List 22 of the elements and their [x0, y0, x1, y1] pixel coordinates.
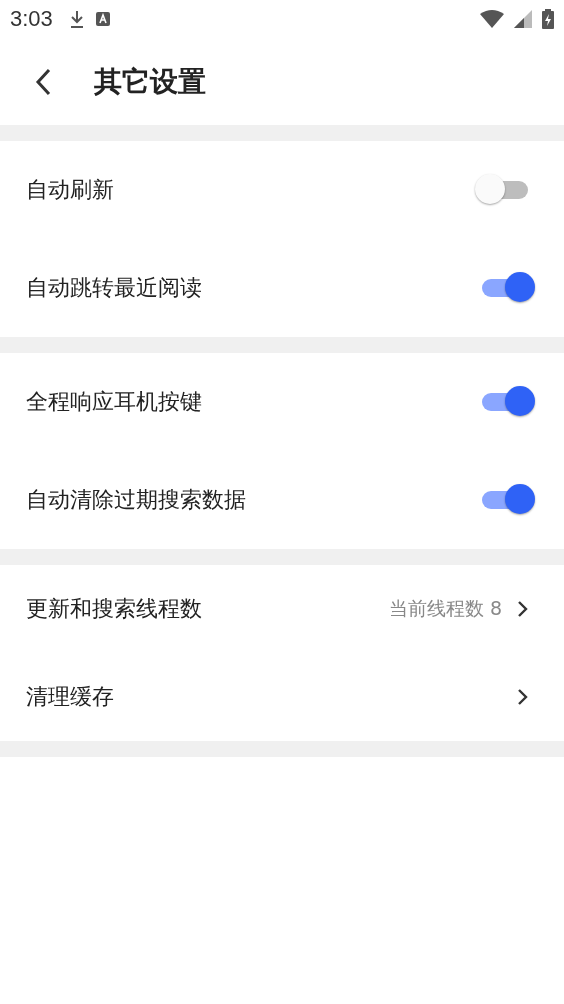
app-notification-icon [94, 11, 111, 27]
wifi-icon [480, 10, 504, 28]
setting-label: 清理缓存 [26, 683, 114, 711]
battery-icon [542, 9, 554, 29]
settings-row[interactable]: 全程响应耳机按键 [0, 353, 564, 451]
settings-row[interactable]: 自动刷新 [0, 141, 564, 239]
signal-icon [514, 10, 532, 28]
settings-row[interactable]: 自动跳转最近阅读 [0, 239, 564, 337]
setting-label: 自动刷新 [26, 176, 114, 204]
settings-row[interactable]: 更新和搜索线程数 当前线程数 8 [0, 565, 564, 653]
settings-row[interactable]: 清理缓存 [0, 653, 564, 741]
chevron-right-icon [516, 599, 528, 619]
chevron-right-icon [516, 687, 528, 707]
download-icon [68, 9, 85, 29]
setting-label: 自动清除过期搜索数据 [26, 486, 246, 514]
setting-label: 自动跳转最近阅读 [26, 274, 202, 302]
setting-value: 当前线程数 8 [388, 596, 502, 621]
settings-row[interactable]: 自动清除过期搜索数据 [0, 451, 564, 549]
page-title: 其它设置 [94, 63, 206, 100]
setting-label: 全程响应耳机按键 [26, 388, 202, 416]
status-time: 3:03 [10, 6, 53, 32]
setting-label: 更新和搜索线程数 [26, 595, 202, 623]
